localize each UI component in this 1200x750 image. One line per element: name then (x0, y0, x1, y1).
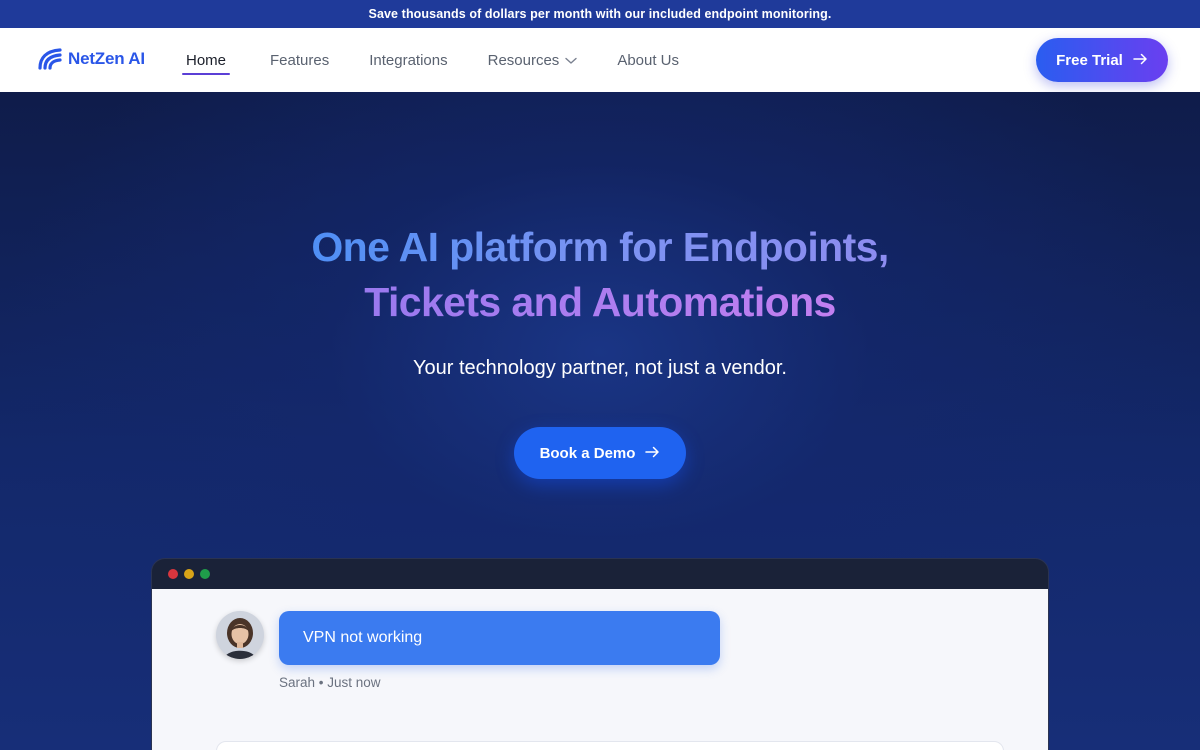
window-maximize-dot (200, 569, 210, 579)
nav-item-about-us[interactable]: About Us (617, 28, 679, 92)
nav-item-integrations[interactable]: Integrations (369, 28, 447, 92)
brand-name: NetZen AI (68, 49, 145, 68)
nav-item-home[interactable]: Home (182, 28, 231, 92)
nav-label: Integrations (369, 51, 448, 69)
book-demo-button[interactable]: Book a Demo (514, 427, 686, 479)
message-bubble: VPN not working (279, 611, 720, 665)
main-nav: Home Features Integrations Resources Abo… (182, 28, 719, 92)
window-close-dot (168, 569, 178, 579)
hero-subtitle: Your technology partner, not just a vend… (413, 357, 787, 379)
nav-item-features[interactable]: Features (270, 28, 329, 92)
chat-area: VPN not working Sarah • Just now (152, 589, 1048, 750)
book-demo-label: Book a Demo (539, 444, 636, 462)
arrow-right-icon (1133, 52, 1148, 69)
announcement-text: Save thousands of dollars per month with… (368, 7, 832, 21)
message-text: VPN not working (303, 629, 423, 646)
window-minimize-dot (184, 569, 194, 579)
free-trial-button[interactable]: Free Trial (1036, 38, 1168, 82)
free-trial-label: Free Trial (1056, 51, 1123, 69)
window-titlebar (152, 559, 1048, 589)
nav-label: About Us (617, 51, 680, 69)
nav-item-resources[interactable]: Resources (488, 28, 578, 92)
hero-title-line-1: One AI platform for Endpoints, (311, 220, 889, 275)
hero-title: One AI platform for Endpoints, Tickets a… (0, 220, 1200, 330)
arrow-right-icon (645, 445, 660, 462)
netzen-logo-icon (38, 48, 62, 70)
landing-page: Save thousands of dollars per month with… (0, 0, 1200, 750)
hero-title-line-2: Tickets and Automations (364, 275, 836, 330)
app-preview-window: VPN not working Sarah • Just now (151, 558, 1049, 750)
message-meta: Sarah • Just now (279, 675, 381, 690)
reply-card (216, 741, 1004, 750)
chevron-down-icon (565, 52, 578, 69)
brand-logo[interactable]: NetZen AI (38, 48, 145, 70)
nav-label: Home (186, 51, 227, 69)
avatar-photo (216, 611, 264, 659)
announcement-bar: Save thousands of dollars per month with… (0, 0, 1200, 28)
site-header: NetZen AI Home Features Integrations Res… (0, 28, 1200, 92)
nav-label: Resources (487, 51, 560, 69)
hero-section: One AI platform for Endpoints, Tickets a… (0, 92, 1200, 750)
nav-label: Features (270, 51, 330, 69)
